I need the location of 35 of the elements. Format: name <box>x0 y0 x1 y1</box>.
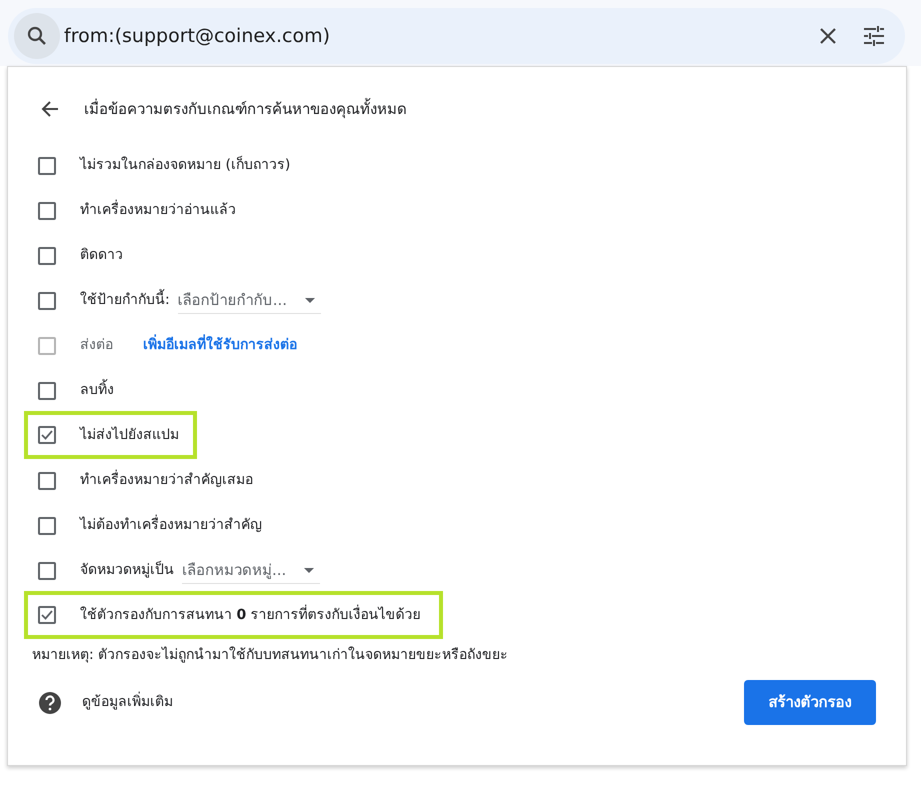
learn-more-link[interactable]: ดูข้อมูลเพิ่มเติม <box>82 692 173 713</box>
option-label: ใช้ป้ายกำกับนี้: <box>80 290 170 311</box>
note-text: หมายเหตุ: ตัวกรองจะไม่ถูกนำมาใช้กับบทสนทนาเก่าในจดหมายขยะหรือถังขยะ <box>32 646 510 665</box>
dropdown-caret-icon <box>304 568 314 572</box>
checkbox[interactable] <box>38 516 56 534</box>
checkbox[interactable] <box>38 156 56 174</box>
option-label: ทำเครื่องหมายว่าสำคัญเสมอ <box>80 470 253 491</box>
option-label: ไม่ส่งไปยังสแปม <box>80 426 179 444</box>
checkbox[interactable] <box>38 426 56 444</box>
checkbox[interactable] <box>38 472 56 490</box>
help-icon <box>38 690 62 714</box>
checkbox[interactable] <box>38 382 56 400</box>
panel-heading: เมื่อข้อความตรงกับเกณฑ์การค้นหาของคุณทั้งหมด <box>84 98 407 120</box>
option-label: ไม่รวมในกล่องจดหมาย (เก็บถาวร) <box>80 155 290 175</box>
checkbox[interactable] <box>38 202 56 220</box>
select-placeholder: เลือกป้ายกำกับ... <box>178 290 288 311</box>
option-label: ส่งต่อ <box>80 336 113 355</box>
dropdown-caret-icon <box>305 298 316 302</box>
checkbox[interactable] <box>38 246 56 264</box>
option-label: ใช้ตัวกรองกับการสนทนา 0 รายการที่ตรงกับเงื่อนไขด้วย <box>80 604 421 624</box>
sliders-icon <box>862 25 886 47</box>
close-icon <box>818 26 838 46</box>
checkbox[interactable] <box>38 606 56 624</box>
option-label: ทำเครื่องหมายว่าอ่านแล้ว <box>80 200 236 221</box>
select-placeholder: เลือกหมวดหมู่... <box>182 560 286 581</box>
search-bar[interactable]: from:(support@coinex.com) <box>8 8 905 64</box>
option-label: ติดดาว <box>80 246 123 265</box>
create-filter-button[interactable]: สร้างตัวกรอง <box>744 680 876 725</box>
checkbox[interactable] <box>38 562 56 580</box>
back-arrow-icon <box>41 101 59 117</box>
search-button[interactable] <box>14 13 60 59</box>
option-label: ไม่ต้องทำเครื่องหมายว่าสำคัญ <box>80 515 262 536</box>
checkbox[interactable] <box>38 292 56 310</box>
option-label: จัดหมวดหมู่เป็น <box>80 560 174 580</box>
option-label: ลบทิ้ง <box>80 380 114 401</box>
